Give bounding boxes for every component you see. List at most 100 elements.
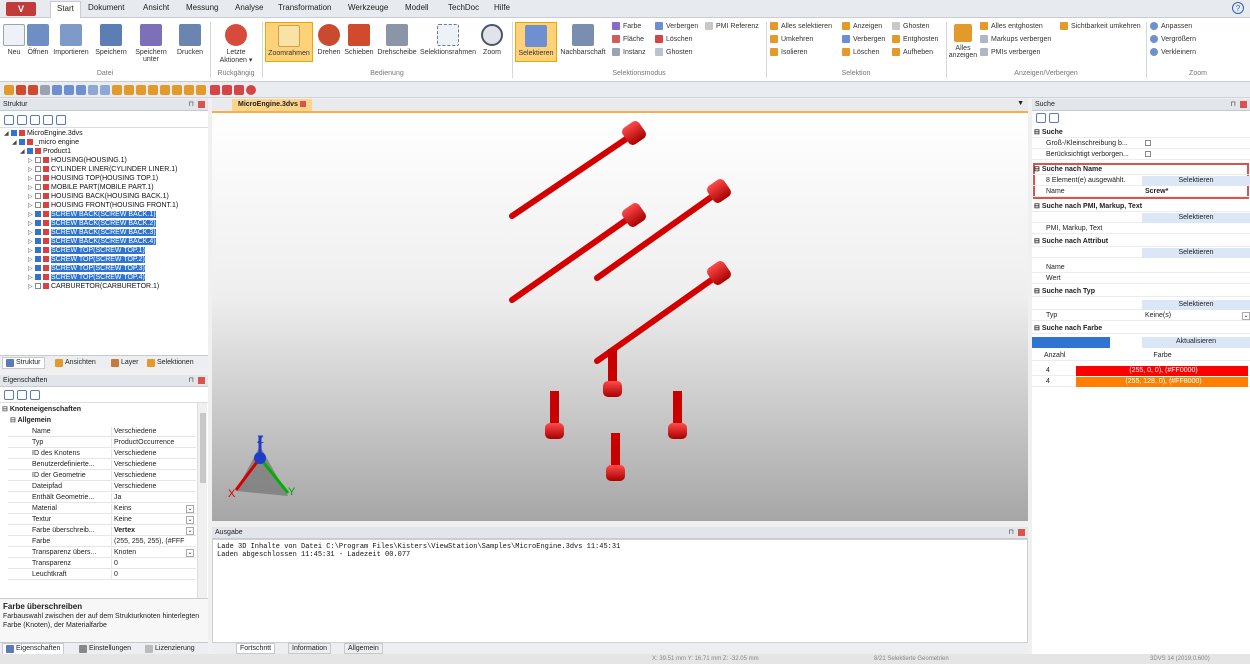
unghost-all-button[interactable]: Alles entghosten	[980, 22, 1043, 30]
tab-information[interactable]: Information	[288, 643, 332, 654]
print-button[interactable]: Drucken	[173, 24, 207, 56]
qa-rotate-icon[interactable]	[16, 85, 26, 95]
expand-arrow-icon[interactable]: ▷	[28, 238, 35, 246]
expand-arrow-icon[interactable]: ▷	[28, 157, 35, 165]
visibility-checkbox[interactable]	[35, 175, 41, 182]
qa-shape-icon[interactable]	[234, 85, 244, 95]
tree-node[interactable]: ▷ SCREW TOP(SCREW TOP.3)	[0, 265, 145, 273]
neighborhood-button[interactable]: Nachbarschaft	[558, 24, 608, 56]
filter-icon[interactable]	[56, 115, 66, 125]
zoom-out-button[interactable]: Verkleinern	[1150, 48, 1196, 56]
tab-modell[interactable]: Modell	[405, 3, 429, 12]
tree-node[interactable]: ▷ SCREW TOP(SCREW TOP.1)	[0, 247, 145, 255]
tab-analyse[interactable]: Analyse	[235, 3, 263, 12]
qa-view-icon[interactable]	[148, 85, 158, 95]
filter-icon[interactable]	[30, 390, 40, 400]
qa-view-icon[interactable]	[172, 85, 182, 95]
property-row[interactable]: Material Keins ⌄	[8, 504, 196, 514]
property-row[interactable]: Typ ProductOccurrence	[8, 438, 196, 448]
expand-icon[interactable]	[30, 115, 40, 125]
tab-hilfe[interactable]: Hilfe	[494, 3, 510, 12]
qa-view-icon[interactable]	[100, 85, 110, 95]
zoomrahmen-button[interactable]: Zoomrahmen	[265, 22, 313, 62]
pin-icon[interactable]: ⊓	[189, 99, 194, 111]
property-row[interactable]: Textur Keine ⌄	[8, 515, 196, 525]
tree-node[interactable]: ▷ HOUSING(HOUSING.1)	[0, 157, 127, 165]
visibility-checkbox[interactable]	[35, 274, 41, 281]
qa-view-icon[interactable]	[136, 85, 146, 95]
color-picker-swatch[interactable]	[1032, 337, 1110, 348]
tree-node[interactable]: ▷ SCREW TOP(SCREW TOP.2)	[0, 256, 145, 264]
hide-mode-button[interactable]: Verbergen	[655, 22, 698, 30]
qa-zoom-icon[interactable]	[52, 85, 62, 95]
hide-pmis-button[interactable]: PMIs verbergen	[980, 48, 1040, 56]
visibility-checkbox[interactable]	[35, 256, 41, 263]
expand-arrow-icon[interactable]: ▷	[28, 274, 35, 282]
sort-category-icon[interactable]	[4, 390, 14, 400]
sort-alpha-icon[interactable]	[1049, 113, 1059, 123]
tab-layer[interactable]: Layer	[108, 357, 142, 369]
expand-arrow-icon[interactable]: ▷	[28, 184, 35, 192]
tab-start[interactable]: Start	[50, 1, 81, 18]
search-by-attribute-group[interactable]: ⊟ Suche nach Attribut	[1032, 237, 1250, 247]
tree-node[interactable]: ▷ SCREW TOP(SCREW TOP.4)	[0, 274, 145, 282]
tree-node[interactable]: ▷ SCREW BACK(SCREW BACK.2)	[0, 220, 156, 228]
clear-selection-button[interactable]: Aufheben	[892, 48, 933, 56]
tab-ansicht[interactable]: Ansicht	[143, 3, 169, 12]
screw-top-2[interactable]	[509, 201, 648, 303]
tree-node[interactable]: ▷ HOUSING BACK(HOUSING BACK.1)	[0, 193, 169, 201]
qa-view-icon[interactable]	[124, 85, 134, 95]
refresh-button[interactable]: Aktualisieren	[1142, 337, 1250, 348]
qa-shape-icon[interactable]	[246, 85, 256, 95]
visibility-checkbox[interactable]	[11, 130, 17, 137]
close-icon[interactable]	[198, 377, 205, 384]
name-search-input[interactable]: Screw*	[1142, 187, 1250, 197]
collapse-all-icon[interactable]	[17, 115, 27, 125]
tree-node[interactable]: ▷ CARBURETOR(CARBURETOR.1)	[0, 283, 159, 291]
property-row[interactable]: Name Verschiedene	[8, 427, 196, 437]
expand-arrow-icon[interactable]: ▷	[28, 175, 35, 183]
qa-view-icon[interactable]	[88, 85, 98, 95]
tree-node[interactable]: ◢ MicroEngine.3dvs	[0, 130, 83, 138]
qa-shape-icon[interactable]	[210, 85, 220, 95]
qa-shape-icon[interactable]	[222, 85, 232, 95]
expand-arrow-icon[interactable]: ▷	[28, 202, 35, 210]
search-by-name-group[interactable]: ⊟ Suche nach Name	[1032, 165, 1250, 175]
ghost-button[interactable]: Ghosten	[892, 22, 929, 30]
pan-button[interactable]: Schieben	[343, 24, 375, 56]
expand-arrow-icon[interactable]: ▷	[28, 166, 35, 174]
case-sensitive-checkbox[interactable]	[1145, 140, 1151, 147]
tab-messung[interactable]: Messung	[186, 3, 218, 12]
show-all-button[interactable]: Alles anzeigen	[948, 24, 978, 59]
properties-scrollbar[interactable]	[197, 403, 207, 598]
select-by-name-button[interactable]: Selektieren	[1142, 176, 1250, 186]
color-row-orange[interactable]: 4 (255, 128, 0), (#FF8000)	[1032, 377, 1250, 387]
unghost-button[interactable]: Entghosten	[892, 35, 938, 43]
expand-arrow-icon[interactable]: ▷	[28, 211, 35, 219]
delete-mode-button[interactable]: Löschen	[655, 35, 692, 43]
tree-node[interactable]: ▷ HOUSING TOP(HOUSING TOP.1)	[0, 175, 158, 183]
visibility-checkbox[interactable]	[35, 157, 41, 164]
tree-node[interactable]: ▷ SCREW BACK(SCREW BACK.4)	[0, 238, 156, 246]
expand-arrow-icon[interactable]: ▷	[28, 247, 35, 255]
fit-button[interactable]: Anpassen	[1150, 22, 1192, 30]
tree-node[interactable]: ▷ CYLINDER LINER(CYLINDER LINER.1)	[0, 166, 177, 174]
select-by-pmi-button[interactable]: Selektieren	[1142, 213, 1250, 223]
tab-transformation[interactable]: Transformation	[278, 3, 332, 12]
chevron-down-icon[interactable]: ⌄	[186, 527, 194, 535]
ghost-mode-button[interactable]: Ghosten	[655, 48, 692, 56]
save-as-button[interactable]: Speichern unter	[130, 24, 172, 63]
visibility-checkbox[interactable]	[35, 265, 41, 272]
turntable-button[interactable]: Drehscheibe	[376, 24, 418, 56]
last-actions-button[interactable]: Letzte Aktionen ▾	[213, 24, 259, 64]
property-row[interactable]: Transparenz 0	[8, 559, 196, 569]
tab-dokument[interactable]: Dokument	[88, 3, 124, 12]
property-row[interactable]: Leuchtkraft 0	[8, 570, 196, 580]
pin-icon[interactable]: ⊓	[1009, 527, 1014, 539]
3d-viewport[interactable]: Z X Y	[212, 113, 1028, 521]
select-by-type-button[interactable]: Selektieren	[1142, 300, 1250, 310]
search-by-pmi-group[interactable]: ⊟ Suche nach PMI, Markup, Text	[1032, 202, 1250, 212]
chevron-down-icon[interactable]: ⌄	[186, 505, 194, 513]
expand-arrow-icon[interactable]: ◢	[12, 139, 19, 147]
include-hidden-checkbox[interactable]	[1145, 151, 1151, 158]
